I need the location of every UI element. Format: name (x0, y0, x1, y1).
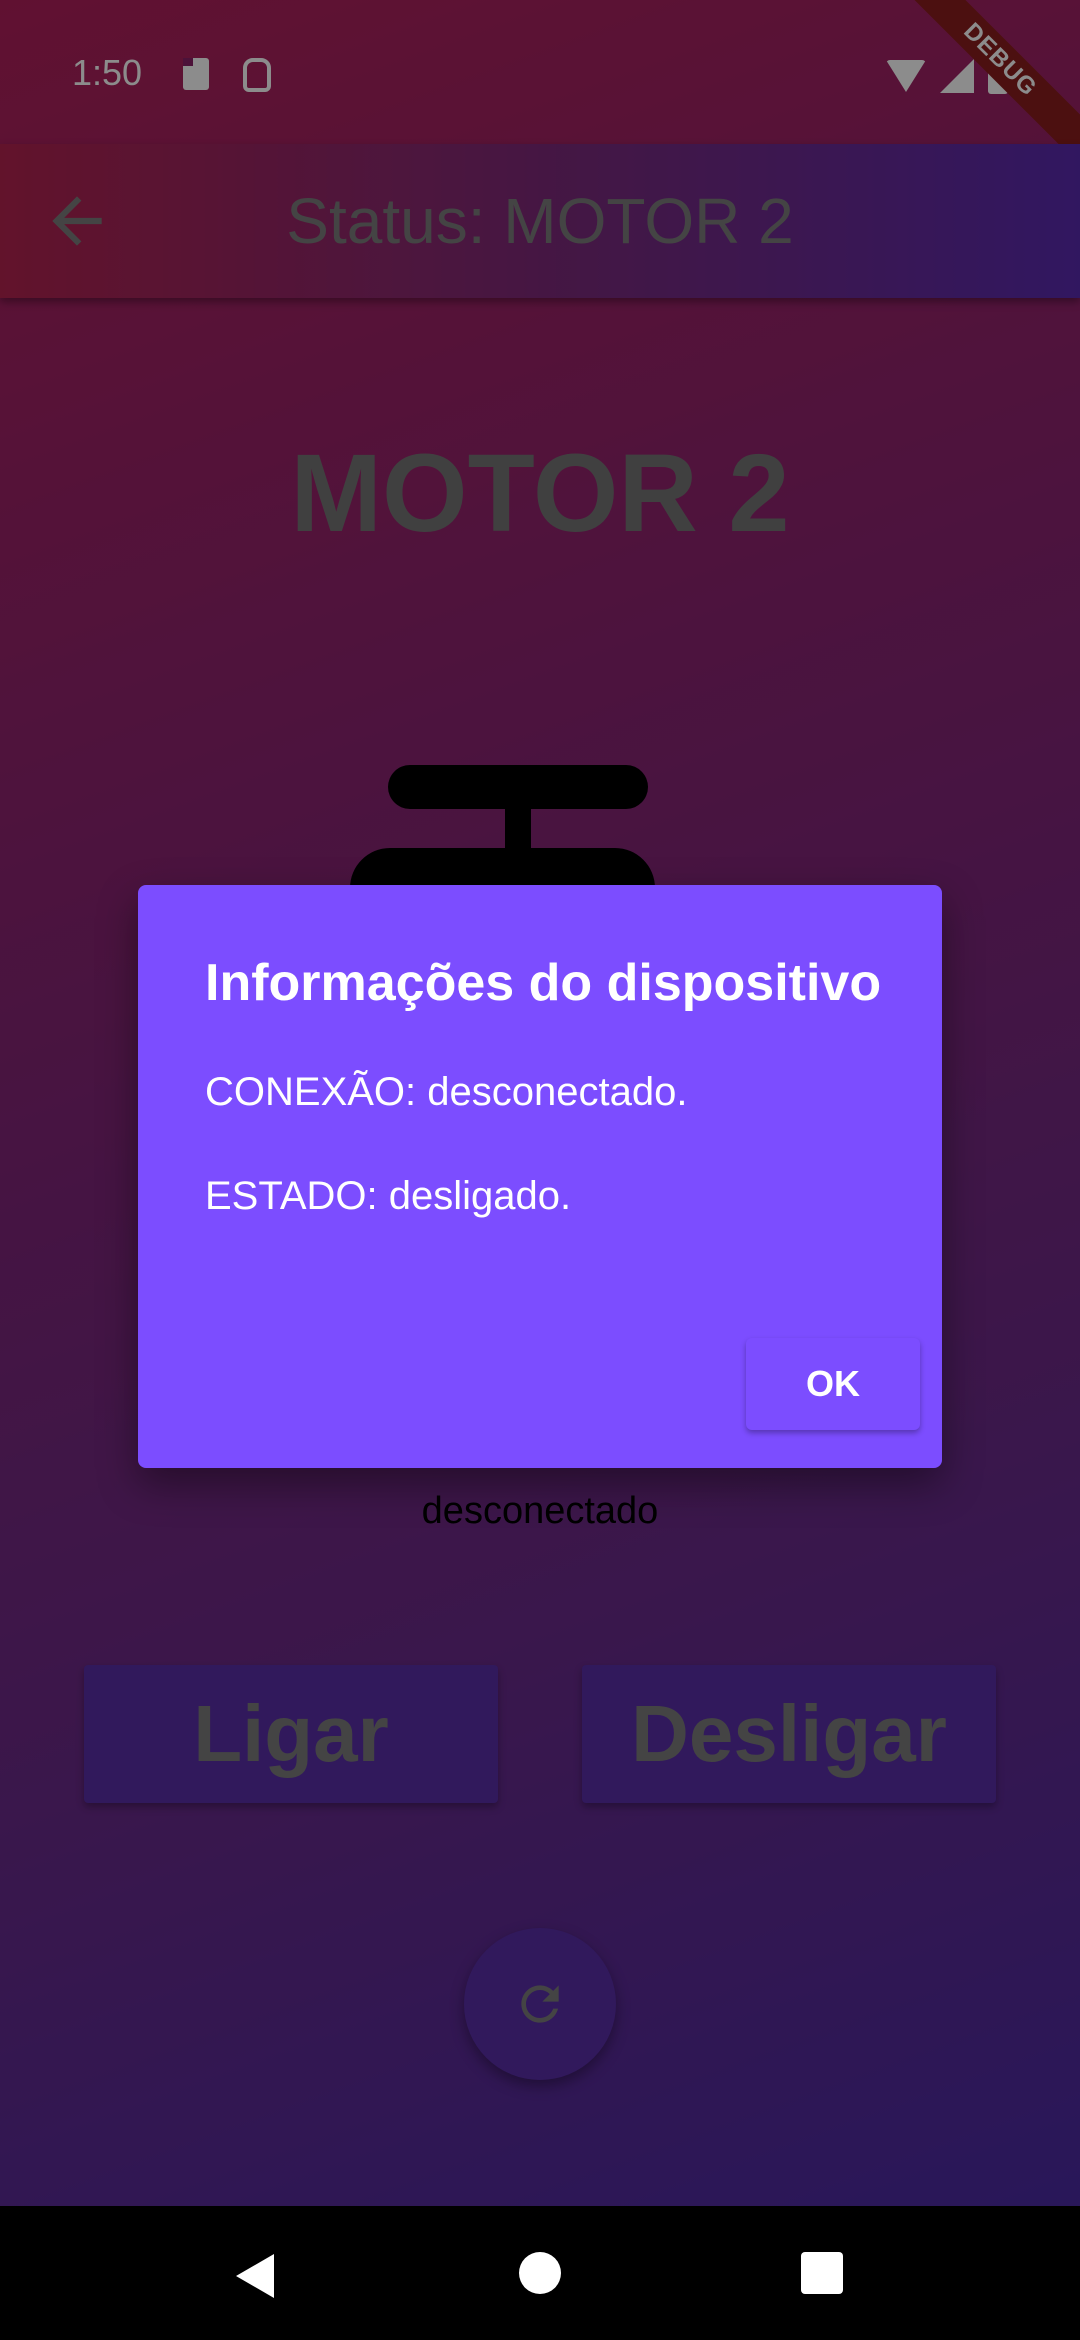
nav-home-icon[interactable] (519, 2252, 561, 2294)
app-screen: 1:50 DEBUG Status: MOTOR 2 MOTOR 2 desco… (0, 0, 1080, 2206)
ok-button[interactable]: OK (746, 1338, 920, 1430)
nav-recents-icon[interactable] (801, 2252, 843, 2294)
system-nav-bar (0, 2206, 1080, 2340)
nav-back-icon[interactable] (236, 2254, 274, 2298)
dialog-title: Informações do dispositivo (205, 954, 882, 1012)
dialog-connection-line: CONEXÃO: desconectado. (205, 1070, 688, 1114)
dialog-state-line: ESTADO: desligado. (205, 1174, 572, 1218)
device-info-dialog: Informações do dispositivo CONEXÃO: desc… (138, 885, 942, 1468)
